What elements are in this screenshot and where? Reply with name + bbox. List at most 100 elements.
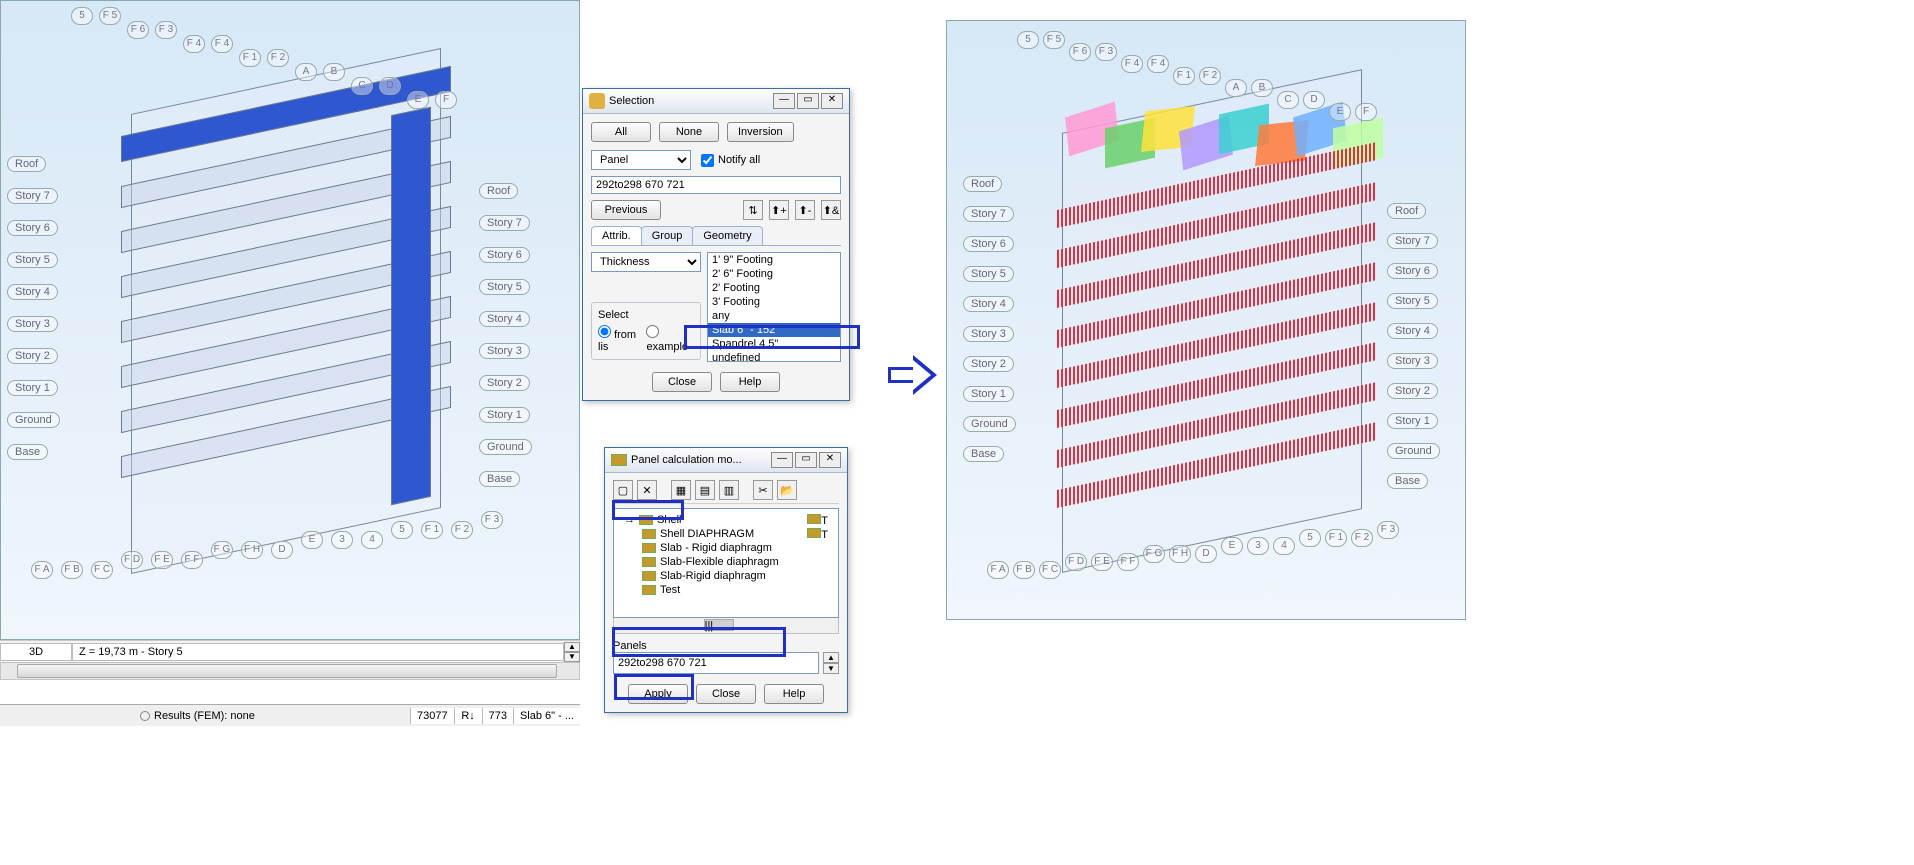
z-spin-up[interactable]: ▲	[564, 642, 580, 652]
grid-bubble: F 1	[239, 49, 261, 67]
tree-node[interactable]: Slab - Rigid diaphragm	[618, 541, 834, 555]
level-label: Base	[963, 446, 1004, 462]
thickness-item[interactable]: 1' 9" Footing	[708, 253, 840, 267]
pc-tool-c-icon[interactable]: ▥	[719, 480, 739, 500]
pc-cut-icon[interactable]: ✂	[753, 480, 773, 500]
panel-icon	[611, 454, 627, 466]
thickness-item[interactable]: 3' Footing	[708, 295, 840, 309]
status-material: Slab 6" - ...	[513, 708, 580, 724]
minimize-button[interactable]: —	[773, 93, 795, 109]
pc-minimize-button[interactable]: —	[771, 452, 793, 468]
all-button[interactable]: All	[591, 122, 651, 142]
pc-help-button[interactable]: Help	[764, 684, 824, 704]
tab-geometry[interactable]: Geometry	[692, 226, 762, 245]
tab-group[interactable]: Group	[641, 226, 694, 245]
example-radio[interactable]: example	[646, 325, 694, 353]
grid-bubble: F 3	[155, 21, 177, 39]
grid-bubble: F D	[121, 551, 143, 569]
tree-node[interactable]: Test	[618, 583, 834, 597]
maximize-button[interactable]: ▭	[797, 93, 819, 109]
sel-tool-1-icon[interactable]: ⇅	[743, 200, 763, 220]
pc-delete-icon[interactable]: ✕	[637, 480, 657, 500]
close-button[interactable]: ✕	[821, 93, 843, 109]
selection-text-input[interactable]	[591, 176, 841, 194]
status-ru[interactable]: R↓	[454, 708, 482, 724]
viewport-hscroll[interactable]	[0, 662, 580, 680]
pc-apply-button[interactable]: Apply	[628, 684, 688, 704]
panels-spin-up[interactable]: ▲	[823, 652, 839, 663]
tree-node[interactable]: Slab-Flexible diaphragm	[618, 555, 834, 569]
level-label: Story 3	[479, 343, 530, 359]
level-label: Story 2	[963, 356, 1014, 372]
level-label: Roof	[1387, 203, 1426, 219]
inversion-button[interactable]: Inversion	[727, 122, 794, 142]
grid-bubble: F B	[61, 561, 83, 579]
thickness-item[interactable]: undefined	[708, 351, 840, 362]
z-spin-down[interactable]: ▼	[564, 652, 580, 662]
tree-node[interactable]: Shell DIAPHRAGMT	[618, 527, 834, 541]
status-n2: 773	[482, 708, 513, 724]
level-label: Story 3	[963, 326, 1014, 342]
level-label: Base	[1387, 473, 1428, 489]
sel-tool-add-icon[interactable]: ⬆+	[769, 200, 789, 220]
object-type-select[interactable]: Panel	[591, 150, 691, 170]
level-label: Story 1	[1387, 413, 1438, 429]
grid-bubble: F	[435, 91, 457, 109]
sel-tool-remove-icon[interactable]: ⬆-	[795, 200, 815, 220]
thickness-item[interactable]: Spandrel 4.5"	[708, 337, 840, 351]
grid-bubble: D	[379, 77, 401, 95]
grid-bubble: F G	[211, 541, 233, 559]
tree-hscroll[interactable]: |||	[613, 618, 839, 634]
selection-tabs: Attrib. Group Geometry	[591, 226, 841, 246]
tree-node[interactable]: Slab-Rigid diaphragm	[618, 569, 834, 583]
panels-spin-down[interactable]: ▼	[823, 663, 839, 674]
thickness-item[interactable]: 2' 6" Footing	[708, 267, 840, 281]
thickness-item[interactable]: 2' Footing	[708, 281, 840, 295]
thickness-item[interactable]: any	[708, 309, 840, 323]
panel-calc-titlebar[interactable]: Panel calculation mo... — ▭ ✕	[605, 448, 847, 473]
pc-tool-b-icon[interactable]: ▤	[695, 480, 715, 500]
none-button[interactable]: None	[659, 122, 719, 142]
level-label: Story 1	[479, 407, 530, 423]
pc-new-icon[interactable]: ▢	[613, 480, 633, 500]
thickness-item[interactable]: Slab 6" - 152	[708, 323, 840, 337]
level-label: Story 7	[7, 188, 58, 204]
select-label: Select	[598, 309, 694, 321]
panels-label: Panels	[613, 640, 839, 652]
selection-titlebar[interactable]: Selection — ▭ ✕	[583, 89, 849, 114]
pc-folder-icon[interactable]: 📂	[777, 480, 797, 500]
filter-attribute-select[interactable]: Thickness	[591, 252, 701, 272]
z-info-cell[interactable]: Z = 19,73 m - Story 5	[72, 643, 564, 661]
panel-model-tree[interactable]: →ShellTShell DIAPHRAGMTSlab - Rigid diap…	[613, 508, 839, 618]
grid-bubble: E	[1329, 103, 1351, 121]
thickness-listbox[interactable]: 1' 9" Footing2' 6" Footing2' Footing3' F…	[707, 252, 841, 362]
grid-bubble: F F	[181, 551, 203, 569]
selection-dialog: Selection — ▭ ✕ All None Inversion Panel…	[582, 88, 850, 401]
view-mode-cell[interactable]: 3D	[0, 643, 72, 661]
panels-input[interactable]	[613, 652, 819, 674]
tab-attrib[interactable]: Attrib.	[591, 226, 642, 245]
pc-close-button2[interactable]: Close	[696, 684, 756, 704]
pc-tool-a-icon[interactable]: ▦	[671, 480, 691, 500]
selection-title: Selection	[609, 95, 654, 107]
previous-button[interactable]: Previous	[591, 200, 661, 220]
left-3d-viewport[interactable]: RoofStory 7Story 6Story 5Story 4Story 3S…	[0, 0, 580, 640]
level-label: Story 5	[7, 252, 58, 268]
workflow-arrow-icon	[888, 355, 938, 395]
notify-all-checkbox[interactable]: Notify all	[701, 154, 760, 167]
grid-bubble: A	[295, 63, 317, 81]
from-list-radio[interactable]: from lis	[598, 325, 640, 353]
tree-node[interactable]: →ShellT	[618, 513, 834, 527]
sel-tool-and-icon[interactable]: ⬆&	[821, 200, 841, 220]
selection-help-button[interactable]: Help	[720, 372, 780, 392]
right-3d-viewport[interactable]: RoofRoofStory 7Story 7Story 6Story 6Stor…	[946, 20, 1466, 620]
grid-bubble: F 4	[1121, 55, 1143, 73]
selection-close-button[interactable]: Close	[652, 372, 712, 392]
level-label: Roof	[479, 183, 518, 199]
level-label: Base	[7, 444, 48, 460]
pc-close-button[interactable]: ✕	[819, 452, 841, 468]
level-label: Story 7	[479, 215, 530, 231]
grid-bubble: F 5	[99, 7, 121, 25]
pc-maximize-button[interactable]: ▭	[795, 452, 817, 468]
status-dot-icon	[140, 711, 150, 721]
